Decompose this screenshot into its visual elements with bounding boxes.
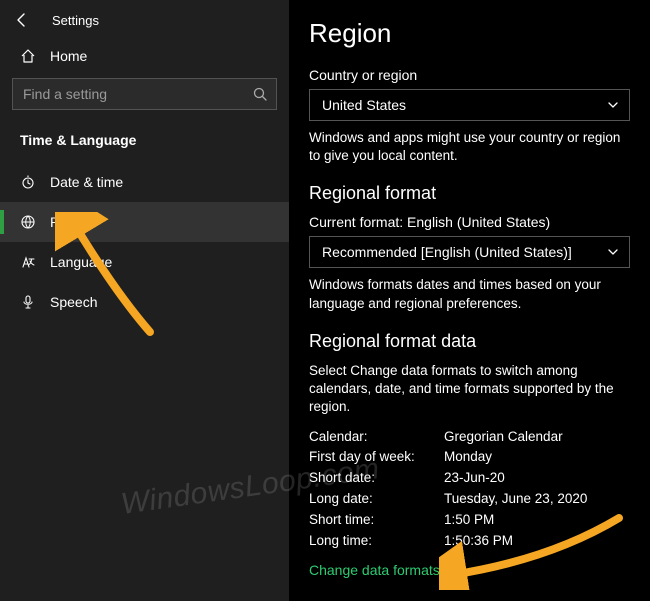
kv-row: Long time:1:50:36 PM xyxy=(309,531,630,552)
back-button[interactable] xyxy=(12,10,32,30)
sidebar: Settings Home Time & Language Date & tim… xyxy=(0,0,289,601)
search-icon xyxy=(252,86,268,102)
kv-val: 23-Jun-20 xyxy=(444,468,505,489)
search-input[interactable] xyxy=(23,86,252,102)
country-region-desc: Windows and apps might use your country … xyxy=(309,129,630,165)
header-row: Settings xyxy=(0,0,289,36)
kv-row: Calendar:Gregorian Calendar xyxy=(309,427,630,448)
kv-val: Tuesday, June 23, 2020 xyxy=(444,489,587,510)
select-value: United States xyxy=(322,97,406,113)
kv-row: Long date:Tuesday, June 23, 2020 xyxy=(309,489,630,510)
kv-row: Short date:23-Jun-20 xyxy=(309,468,630,489)
kv-val: 1:50:36 PM xyxy=(444,531,513,552)
kv-val: Monday xyxy=(444,447,492,468)
kv-row: Short time:1:50 PM xyxy=(309,510,630,531)
regional-format-title: Regional format xyxy=(309,183,630,204)
page-title: Region xyxy=(309,18,630,49)
clock-icon xyxy=(20,174,36,190)
home-icon xyxy=(20,48,36,64)
microphone-icon xyxy=(20,294,36,310)
kv-key: First day of week: xyxy=(309,447,444,468)
sidebar-heading: Time & Language xyxy=(0,122,289,162)
kv-val: 1:50 PM xyxy=(444,510,494,531)
regional-format-desc: Windows formats dates and times based on… xyxy=(309,276,630,312)
select-value: Recommended [English (United States)] xyxy=(322,244,572,260)
arrow-left-icon xyxy=(14,12,30,28)
kv-val: Gregorian Calendar xyxy=(444,427,563,448)
chevron-down-icon xyxy=(607,246,619,258)
regional-format-data-desc: Select Change data formats to switch amo… xyxy=(309,362,630,417)
country-region-label: Country or region xyxy=(309,67,630,83)
language-icon xyxy=(20,254,36,270)
kv-key: Short date: xyxy=(309,468,444,489)
nav-home[interactable]: Home xyxy=(0,36,289,74)
nav-label: Date & time xyxy=(50,174,123,190)
nav-label: Region xyxy=(50,214,94,230)
regional-format-current: Current format: English (United States) xyxy=(309,214,630,230)
main-panel: Region Country or region United States W… xyxy=(289,0,650,601)
nav-label: Language xyxy=(50,254,112,270)
nav-item-speech[interactable]: Speech xyxy=(0,282,289,322)
regional-format-data-title: Regional format data xyxy=(309,331,630,352)
nav-item-date-time[interactable]: Date & time xyxy=(0,162,289,202)
search-box[interactable] xyxy=(12,78,277,110)
nav-label: Speech xyxy=(50,294,97,310)
regional-format-select[interactable]: Recommended [English (United States)] xyxy=(309,236,630,268)
kv-key: Calendar: xyxy=(309,427,444,448)
chevron-down-icon xyxy=(607,99,619,111)
kv-key: Long date: xyxy=(309,489,444,510)
nav-item-region[interactable]: Region xyxy=(0,202,289,242)
kv-key: Short time: xyxy=(309,510,444,531)
globe-icon xyxy=(20,214,36,230)
kv-row: First day of week:Monday xyxy=(309,447,630,468)
nav-home-label: Home xyxy=(50,48,87,64)
change-data-formats-link[interactable]: Change data formats xyxy=(309,562,440,578)
country-region-select[interactable]: United States xyxy=(309,89,630,121)
nav-item-language[interactable]: Language xyxy=(0,242,289,282)
kv-key: Long time: xyxy=(309,531,444,552)
app-title: Settings xyxy=(52,13,99,28)
